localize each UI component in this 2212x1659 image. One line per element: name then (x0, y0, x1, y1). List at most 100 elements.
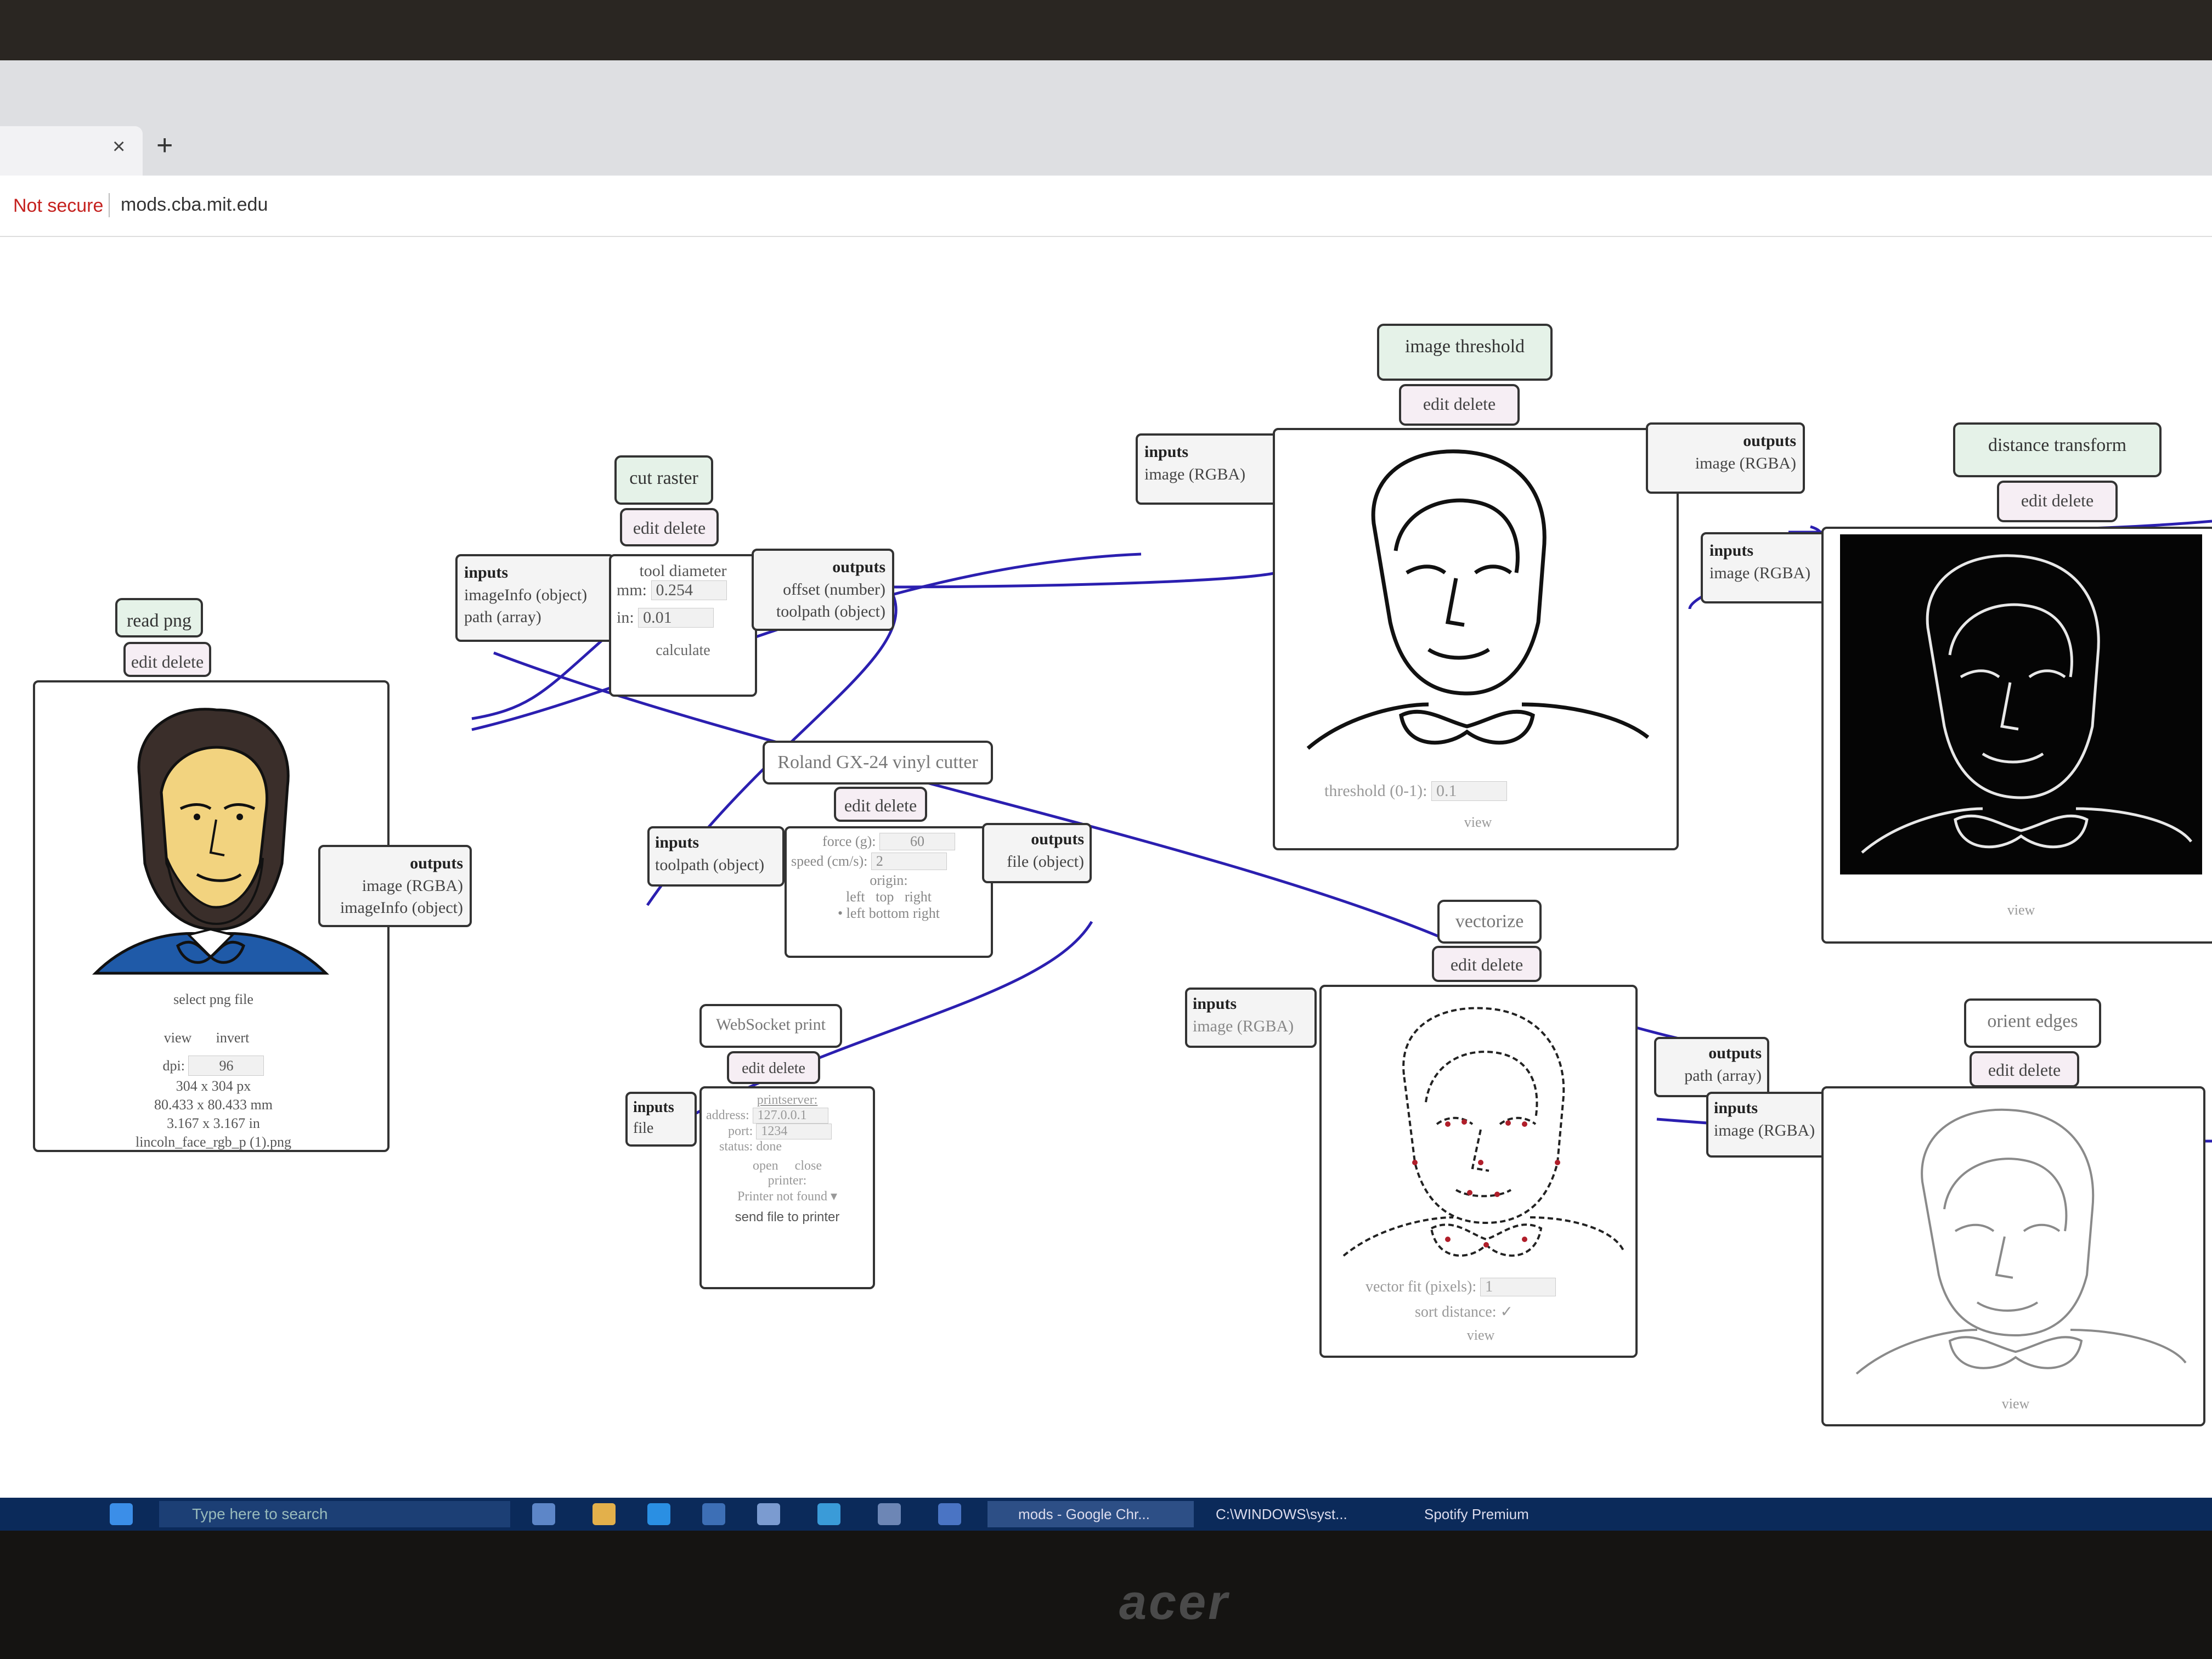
output-port-file[interactable]: file (object) (990, 851, 1084, 873)
pinned-app-3-icon[interactable] (938, 1503, 961, 1525)
select-png-button[interactable]: select png file (35, 990, 392, 1009)
monitor-brand-logo: acer (1119, 1575, 1230, 1630)
address-row: address: 127.0.0.1 (706, 1108, 868, 1124)
edit-delete-controls[interactable]: edit delete (1970, 1051, 2079, 1087)
vector-fit-row: vector fit (pixels): 1 (1365, 1278, 1556, 1296)
origin-label: origin: (870, 872, 908, 888)
edit-delete-controls[interactable]: edit delete (1399, 384, 1520, 426)
output-port-image[interactable]: image (RGBA) (327, 875, 463, 898)
calculate-button[interactable]: calculate (617, 642, 749, 659)
mail-icon[interactable] (878, 1503, 901, 1525)
lincoln-color-preview (92, 708, 330, 975)
taskbar-app-spotify[interactable]: Spotify Premium (1393, 1501, 1600, 1527)
inputs-panel: inputs toolpath (object) (647, 826, 785, 887)
address-label: address: (706, 1108, 749, 1122)
module-title[interactable]: image threshold (1377, 324, 1553, 381)
module-body: printserver: address: 127.0.0.1 port: 12… (699, 1086, 875, 1289)
invert-button[interactable]: invert (205, 1028, 260, 1047)
output-port-imageinfo[interactable]: imageInfo (object) (327, 897, 463, 919)
printer-value: Printer not found (737, 1189, 827, 1204)
origin-bottom-options[interactable]: • left bottom right (791, 905, 986, 922)
threshold-input[interactable]: 0.1 (1431, 781, 1507, 801)
input-port-image[interactable]: image (RGBA) (1193, 1015, 1309, 1038)
edit-delete-controls[interactable]: edit delete (620, 508, 719, 546)
task-view-icon[interactable] (532, 1503, 555, 1525)
module-title[interactable]: vectorize (1437, 900, 1542, 944)
sort-distance-checkbox[interactable]: ✓ (1500, 1304, 1513, 1321)
security-indicator[interactable]: Not secure (13, 195, 103, 217)
edit-delete-controls[interactable]: edit delete (1997, 481, 2118, 522)
printer-select[interactable]: Printer not found ▾ (706, 1188, 868, 1204)
output-port-toolpath[interactable]: toolpath (object) (760, 601, 885, 623)
origin-top-options[interactable]: left top right (791, 889, 986, 905)
address-separator (109, 193, 110, 217)
input-port-path[interactable]: path (array) (464, 606, 606, 629)
module-title[interactable]: WebSocket print (699, 1004, 842, 1048)
windows-start-icon[interactable] (110, 1503, 133, 1525)
input-port-imageinfo[interactable]: imageInfo (object) (464, 584, 606, 607)
dpi-row: dpi: 96 (35, 1056, 392, 1076)
open-button[interactable]: open (753, 1159, 778, 1173)
address-input[interactable]: 127.0.0.1 (752, 1108, 828, 1124)
outputs-panel: outputs image (RGBA) (1646, 422, 1805, 494)
output-port-image[interactable]: image (RGBA) (1655, 453, 1796, 475)
view-button[interactable]: view (1275, 814, 1681, 831)
view-button[interactable]: view (1824, 902, 2212, 918)
mm-input[interactable]: 0.254 (651, 580, 727, 600)
outputs-header: outputs (1743, 432, 1796, 450)
taskbar-app-cmd[interactable]: C:\WINDOWS\syst... (1185, 1501, 1391, 1527)
url-text[interactable]: mods.cba.mit.edu (121, 194, 268, 216)
size-mm: 80.433 x 80.433 mm (154, 1097, 273, 1113)
close-tab-icon[interactable]: × (112, 134, 125, 159)
edge-browser-icon[interactable] (647, 1503, 670, 1525)
module-body: threshold (0-1): 0.1 view (1273, 428, 1679, 850)
edit-delete-controls[interactable]: edit delete (834, 787, 927, 822)
output-port-path[interactable]: path (array) (1662, 1065, 1762, 1087)
view-button[interactable]: view (1824, 1396, 2208, 1412)
port-label: port: (728, 1124, 753, 1138)
view-button[interactable]: view (156, 1028, 200, 1047)
send-to-printer-button[interactable]: send file to printer (706, 1210, 868, 1225)
vector-fit-label: vector fit (pixels): (1365, 1278, 1477, 1295)
status-row: status: done (706, 1139, 868, 1154)
new-tab-button[interactable]: + (156, 129, 173, 162)
force-input[interactable]: 60 (879, 833, 955, 850)
module-title[interactable]: orient edges (1964, 998, 2101, 1048)
file-explorer-icon[interactable] (592, 1503, 616, 1525)
wire-threshold-to-vectorize (888, 569, 1285, 589)
close-button[interactable]: close (795, 1159, 822, 1173)
dpi-input[interactable]: 96 (188, 1056, 264, 1076)
module-title[interactable]: distance transform (1953, 422, 2162, 477)
size-in: 3.167 x 3.167 in (167, 1115, 260, 1131)
edit-delete-controls[interactable]: edit delete (1432, 946, 1542, 982)
force-row: force (g): 60 (791, 833, 986, 850)
taskbar-app-chrome[interactable]: mods - Google Chr... (988, 1501, 1194, 1527)
pinned-app-icon[interactable] (757, 1503, 780, 1525)
vector-fit-input[interactable]: 1 (1480, 1278, 1556, 1296)
mods-canvas[interactable]: read png edit delete select png file vie… (0, 236, 2212, 1498)
module-title[interactable]: read png (115, 598, 203, 637)
store-icon[interactable] (702, 1503, 725, 1525)
inputs-panel: inputs file (625, 1092, 697, 1147)
taskbar-search[interactable]: Type here to search (159, 1501, 510, 1527)
module-title[interactable]: cut raster (614, 455, 713, 505)
input-port-file[interactable]: file (633, 1118, 689, 1139)
view-button[interactable]: view (1322, 1327, 1640, 1344)
outputs-header: outputs (1031, 830, 1084, 848)
in-row: in: 0.01 (617, 608, 749, 628)
edit-delete-controls[interactable]: edit delete (727, 1051, 820, 1084)
outputs-panel: outputs offset (number) toolpath (object… (752, 549, 894, 631)
input-port-image[interactable]: image (RGBA) (1144, 464, 1269, 486)
module-title[interactable]: Roland GX-24 vinyl cutter (763, 741, 993, 785)
module-body: tool diameter mm: 0.254 in: 0.01 calcula… (609, 554, 757, 697)
edit-delete-controls[interactable]: edit delete (123, 642, 211, 677)
speed-input[interactable]: 2 (871, 853, 947, 870)
output-port-offset[interactable]: offset (number) (760, 579, 885, 601)
port-input[interactable]: 1234 (756, 1124, 832, 1139)
address-bar[interactable]: Not secure mods.cba.mit.edu (0, 176, 2212, 237)
in-input[interactable]: 0.01 (638, 608, 714, 628)
threshold-label: threshold (0-1): (1324, 782, 1427, 800)
mm-label: mm: (617, 581, 647, 599)
pinned-app-2-icon[interactable] (817, 1503, 840, 1525)
input-port-toolpath[interactable]: toolpath (object) (655, 854, 777, 877)
